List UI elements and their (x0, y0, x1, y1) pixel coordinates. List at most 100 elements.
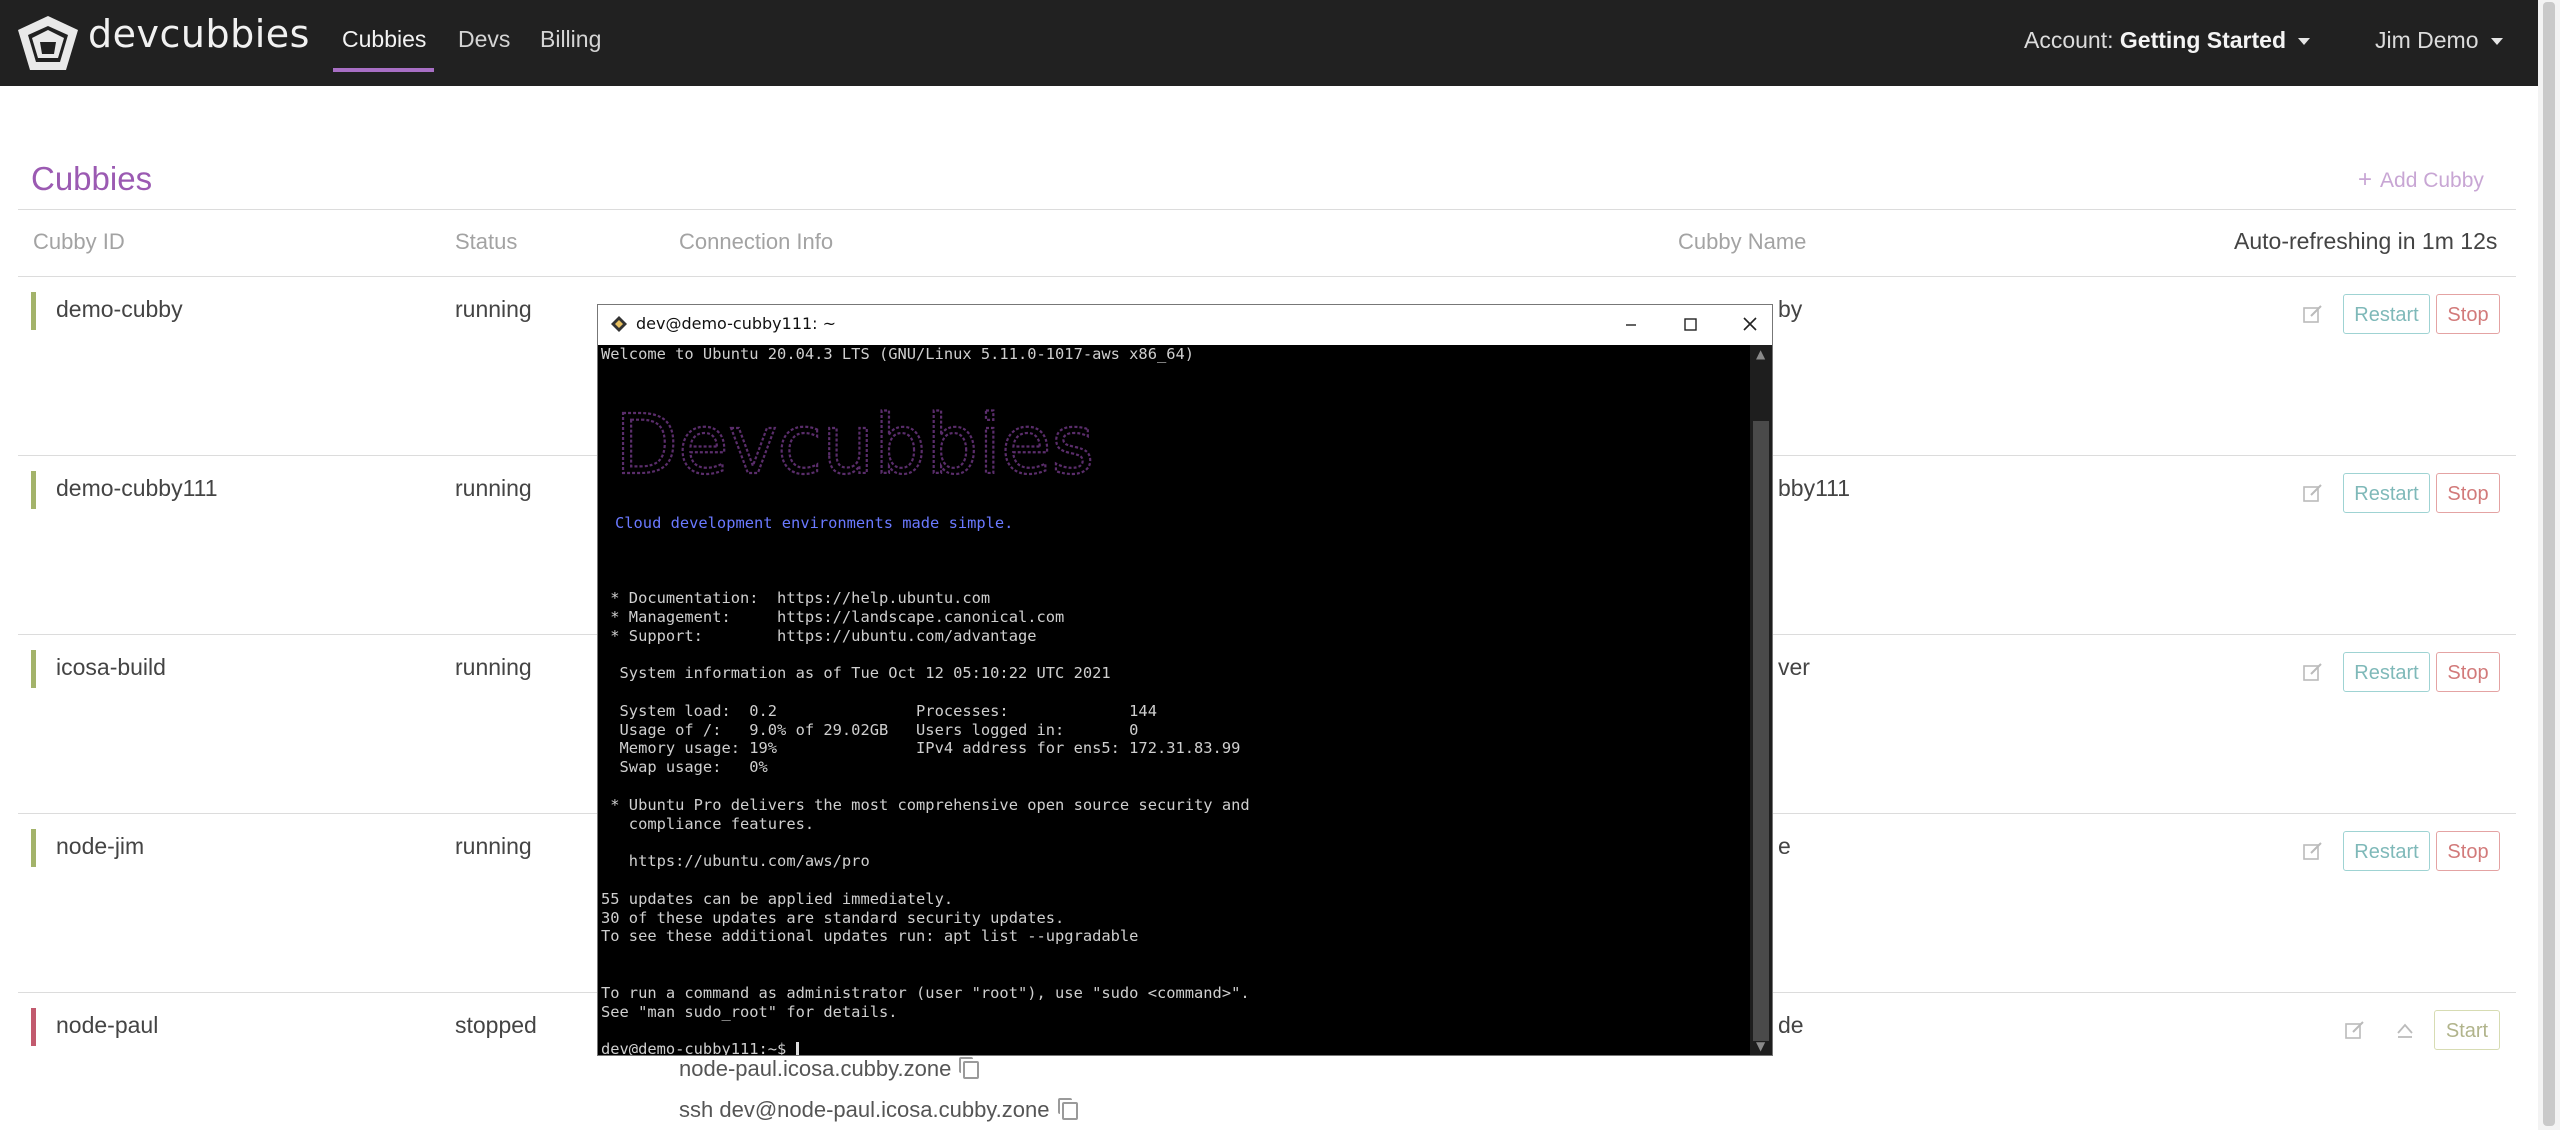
status-indicator-bar (31, 471, 36, 509)
terminal-tagline: Cloud development environments made simp… (615, 514, 1014, 532)
chevron-down-icon (2490, 38, 2503, 46)
terminal-line: See "man sudo_root" for details. (601, 1003, 898, 1021)
edit-icon[interactable] (2302, 661, 2324, 683)
cubby-id: demo-cubby111 (56, 475, 218, 501)
maximize-icon[interactable] (1677, 311, 1703, 337)
terminal-app-icon (611, 316, 627, 332)
connection-ssh-text: ssh dev@node-paul.icosa.cubby.zone (679, 1097, 1050, 1122)
terminal-scrollbar-thumb[interactable] (1753, 421, 1769, 1041)
scroll-down-arrow-icon[interactable]: ▼ (1756, 1039, 1765, 1053)
edit-icon[interactable] (2344, 1019, 2366, 1041)
status-indicator-bar (31, 650, 36, 688)
cubby-status: running (455, 296, 532, 322)
stop-button[interactable]: Stop (2436, 652, 2500, 692)
cubby-status: running (455, 654, 532, 680)
terminal-scrollbar[interactable]: ▲ ▼ (1750, 345, 1772, 1055)
column-header-connection-info: Connection Info (679, 229, 834, 254)
terminal-window[interactable]: dev@demo-cubby111: ~ Welcome to Ubuntu 2… (597, 304, 1773, 1056)
divider (18, 276, 2516, 277)
active-nav-indicator (333, 68, 434, 72)
cubby-id: icosa-build (56, 654, 166, 680)
cubby-id: node-jim (56, 833, 145, 859)
divider (18, 209, 2516, 210)
copy-icon[interactable] (959, 1057, 980, 1080)
connection-ssh: ssh dev@node-paul.icosa.cubby.zone (679, 1097, 1078, 1123)
stop-button[interactable]: Stop (2436, 294, 2500, 334)
terminal-cursor (795, 1041, 799, 1055)
nav-cubbies[interactable]: Cubbies (342, 26, 426, 53)
start-button[interactable]: Start (2434, 1010, 2500, 1050)
cubby-id: demo-cubby (56, 296, 183, 322)
page-title: Cubbies (31, 160, 153, 197)
terminal-line: To run a command as administrator (user … (601, 984, 1250, 1002)
add-cubby-button[interactable]: + Add Cubby (2358, 166, 2484, 194)
terminal-line: Memory usage: 19% IPv4 address for ens5:… (601, 739, 1241, 757)
terminal-line: Welcome to Ubuntu 20.04.3 LTS (GNU/Linux… (601, 345, 1195, 363)
terminal-line: 55 updates can be applied immediately. (601, 890, 954, 908)
terminal-line: Usage of /: 9.0% of 29.02GB Users logged… (601, 721, 1139, 739)
resize-icon[interactable] (2394, 1019, 2416, 1041)
connection-host: node-paul.icosa.cubby.zone (679, 1056, 980, 1082)
page-scrollbar[interactable] (2538, 0, 2560, 1130)
user-dropdown[interactable]: Jim Demo (2375, 27, 2503, 54)
terminal-line: * Documentation: https://help.ubuntu.com (601, 589, 991, 607)
restart-button[interactable]: Restart (2343, 652, 2430, 692)
terminal-line: 30 of these updates are standard securit… (601, 909, 1065, 927)
terminal-prompt[interactable]: dev@demo-cubby111:~$ (601, 1040, 799, 1055)
terminal-line: To see these additional updates run: apt… (601, 927, 1139, 945)
column-header-cubby-id: Cubby ID (33, 229, 125, 254)
terminal-line: compliance features. (601, 815, 815, 833)
terminal-title: dev@demo-cubby111: ~ (636, 314, 837, 333)
cubby-status: stopped (455, 1012, 537, 1038)
copy-icon[interactable] (1057, 1098, 1078, 1121)
connection-host-text: node-paul.icosa.cubby.zone (679, 1056, 952, 1081)
terminal-line: Swap usage: 0% (601, 758, 768, 776)
terminal-output[interactable]: Welcome to Ubuntu 20.04.3 LTS (GNU/Linux… (601, 345, 1749, 1055)
cubby-status: running (455, 475, 532, 501)
terminal-titlebar[interactable]: dev@demo-cubby111: ~ (598, 305, 1772, 345)
account-label: Account: (2024, 27, 2114, 53)
add-cubby-label: Add Cubby (2380, 169, 2484, 192)
restart-button[interactable]: Restart (2343, 473, 2430, 513)
devcubbies-ascii-art: Devcubbies (615, 397, 1095, 494)
top-navbar: devcubbies Cubbies Devs Billing Account:… (0, 0, 2538, 86)
status-indicator-bar (31, 829, 36, 867)
terminal-line: * Support: https://ubuntu.com/advantage (601, 627, 1037, 645)
nav-devs[interactable]: Devs (458, 26, 510, 53)
column-header-cubby-name: Cubby Name (1678, 229, 1807, 254)
chevron-down-icon (2298, 38, 2311, 46)
user-name: Jim Demo (2375, 27, 2479, 53)
edit-icon[interactable] (2302, 303, 2324, 325)
brand-name[interactable]: devcubbies (88, 12, 310, 56)
terminal-line: System load: 0.2 Processes: 144 (601, 702, 1157, 720)
terminal-line: * Ubuntu Pro delivers the most comprehen… (601, 796, 1250, 814)
restart-button[interactable]: Restart (2343, 294, 2430, 334)
plus-icon: + (2358, 166, 2373, 193)
page-scrollbar-thumb[interactable] (2543, 2, 2555, 1126)
cubby-status: running (455, 833, 532, 859)
edit-icon[interactable] (2302, 840, 2324, 862)
account-name: Getting Started (2119, 27, 2287, 53)
edit-icon[interactable] (2302, 482, 2324, 504)
column-header-status: Status (455, 229, 518, 254)
account-dropdown[interactable]: Account: Getting Started (2024, 27, 2311, 54)
terminal-prompt-text: dev@demo-cubby111:~$ (601, 1040, 796, 1055)
terminal-line: https://ubuntu.com/aws/pro (601, 852, 870, 870)
close-icon[interactable] (1737, 311, 1763, 337)
devcubbies-logo-icon[interactable] (16, 14, 80, 72)
terminal-line: System information as of Tue Oct 12 05:1… (601, 664, 1111, 682)
ascii-art-text: Devcubbies (615, 398, 1094, 493)
cubby-name: ver (1778, 654, 1810, 680)
scroll-up-arrow-icon[interactable]: ▲ (1756, 347, 1765, 361)
stop-button[interactable]: Stop (2436, 831, 2500, 871)
restart-button[interactable]: Restart (2343, 831, 2430, 871)
terminal-line: * Management: https://landscape.canonica… (601, 608, 1065, 626)
cubby-name: by (1778, 296, 1803, 322)
stop-button[interactable]: Stop (2436, 473, 2500, 513)
cubby-name: bby111 (1778, 475, 1851, 501)
nav-billing[interactable]: Billing (540, 26, 601, 53)
status-indicator-bar (31, 1008, 36, 1046)
minimize-icon[interactable] (1618, 311, 1644, 337)
status-indicator-bar (31, 292, 36, 330)
cubby-name: de (1778, 1012, 1804, 1038)
